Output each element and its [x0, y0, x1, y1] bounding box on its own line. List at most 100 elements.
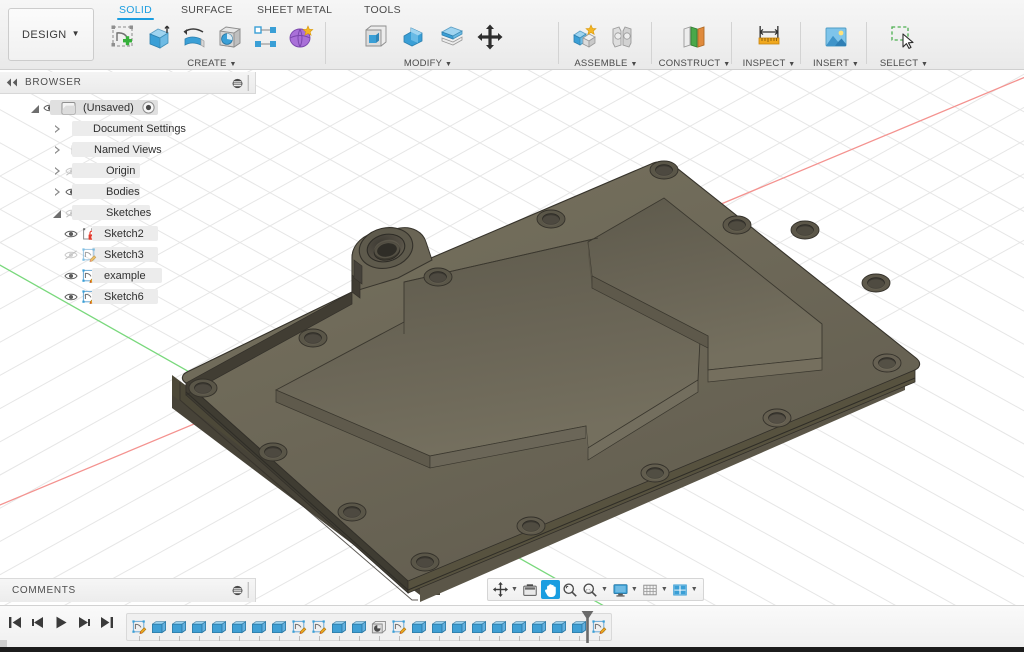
- tree-row-named-views[interactable]: Named Views: [0, 139, 250, 160]
- joint-icon[interactable]: [605, 19, 641, 55]
- shell-icon[interactable]: [434, 19, 470, 55]
- timeline-feature-sketch[interactable]: [309, 615, 329, 641]
- expand-arrow-icon[interactable]: [52, 144, 63, 155]
- timeline-feature-extrude[interactable]: [189, 615, 209, 641]
- fillet-icon[interactable]: [396, 19, 432, 55]
- go-to-beginning-button[interactable]: [8, 615, 22, 630]
- tree-row-sketch2[interactable]: Sketch2: [0, 223, 250, 244]
- visibility-eye-icon[interactable]: [64, 228, 78, 240]
- timeline-feature-extrude[interactable]: [209, 615, 229, 641]
- timeline-feature-extrude[interactable]: [329, 615, 349, 641]
- timeline-feature-revolve[interactable]: [369, 615, 389, 641]
- timeline-feature-extrude[interactable]: [469, 615, 489, 641]
- timeline-feature-sketch[interactable]: [389, 615, 409, 641]
- chevron-down-icon[interactable]: ▼: [630, 61, 637, 68]
- tree-row-origin[interactable]: Origin: [0, 160, 250, 181]
- timeline-feature-sketch[interactable]: [129, 615, 149, 641]
- timeline-feature-extrude[interactable]: [229, 615, 249, 641]
- go-to-end-button[interactable]: [100, 615, 114, 630]
- comments-panel-header[interactable]: COMMENTS: [0, 578, 256, 602]
- play-button[interactable]: [54, 615, 68, 630]
- hole-icon[interactable]: [213, 19, 247, 55]
- pan-icon[interactable]: [540, 580, 560, 599]
- timeline-marker[interactable]: [581, 610, 594, 644]
- measure-icon[interactable]: [751, 19, 787, 55]
- timeline-feature-sketch[interactable]: [289, 615, 309, 641]
- tree-row-bodies[interactable]: Bodies: [0, 181, 250, 202]
- fit-icon[interactable]: [581, 580, 600, 599]
- press-pull-icon[interactable]: [358, 19, 394, 55]
- chevron-down-icon[interactable]: ▼: [723, 61, 730, 68]
- offset-plane-icon[interactable]: [676, 19, 712, 55]
- grid-snaps-icon[interactable]: [641, 580, 660, 599]
- expand-arrow-icon[interactable]: [52, 123, 63, 134]
- revolve-icon[interactable]: [177, 19, 211, 55]
- timeline-feature-extrude[interactable]: [429, 615, 449, 641]
- timeline-feature-extrude[interactable]: [509, 615, 529, 641]
- new-component-icon[interactable]: [567, 19, 603, 55]
- visibility-eye-hidden-icon[interactable]: [64, 249, 78, 261]
- timeline-feature-extrude[interactable]: [169, 615, 189, 641]
- step-forward-button[interactable]: [77, 615, 91, 630]
- tree-row-sketches[interactable]: Sketches: [0, 202, 250, 223]
- window-selection-icon[interactable]: [885, 19, 921, 55]
- tree-row-sketch6[interactable]: Sketch6: [0, 286, 250, 307]
- chevron-down-icon[interactable]: ▼: [661, 586, 668, 593]
- timeline-feature-extrude[interactable]: [529, 615, 549, 641]
- chevron-down-icon[interactable]: ▼: [601, 586, 608, 593]
- step-back-button[interactable]: [31, 615, 45, 630]
- tree-row-example[interactable]: example: [0, 265, 250, 286]
- chevron-down-icon[interactable]: ▼: [852, 61, 859, 68]
- panel-modify-label: MODIFY ▼: [298, 58, 558, 69]
- timeline-bar: [0, 605, 1024, 647]
- timeline-feature-extrude[interactable]: [149, 615, 169, 641]
- display-settings-icon[interactable]: [611, 580, 630, 599]
- panel-menu-icon[interactable]: [232, 78, 243, 89]
- look-at-icon[interactable]: [521, 580, 540, 599]
- tree-row-unsaved[interactable]: (Unsaved): [0, 97, 250, 118]
- timeline-feature-extrude[interactable]: [549, 615, 569, 641]
- chevron-down-icon[interactable]: ▼: [788, 61, 795, 68]
- timeline-feature-extrude[interactable]: [489, 615, 509, 641]
- timeline-track[interactable]: [126, 613, 612, 641]
- tree-label-sketch3: Sketch3: [104, 248, 144, 261]
- expand-arrow-icon[interactable]: [52, 186, 63, 197]
- timeline-feature-extrude[interactable]: [249, 615, 269, 641]
- expand-arrow-icon[interactable]: [52, 165, 63, 176]
- view-navigation-bar: ▼ ▼ ▼ ▼ ▼: [487, 578, 704, 601]
- move-copy-icon[interactable]: [472, 19, 508, 55]
- zoom-icon[interactable]: [561, 580, 580, 599]
- insert-image-icon[interactable]: [818, 19, 854, 55]
- visibility-eye-icon[interactable]: [64, 270, 78, 282]
- ribbon-toolbar: SOLID SURFACE SHEET METAL TOOLS DESIGN ▼: [0, 0, 1024, 70]
- expand-arrow-icon[interactable]: [30, 102, 41, 113]
- chevron-down-icon[interactable]: ▼: [921, 61, 928, 68]
- timeline-feature-extrude[interactable]: [269, 615, 289, 641]
- tree-row-sketch3[interactable]: Sketch3: [0, 244, 250, 265]
- timeline-feature-extrude[interactable]: [409, 615, 429, 641]
- panel-resize-handle[interactable]: [246, 74, 251, 92]
- panel-menu-icon[interactable]: [232, 585, 243, 596]
- timeline-feature-extrude[interactable]: [349, 615, 369, 641]
- chevron-down-icon: ▼: [71, 29, 80, 38]
- expand-arrow-icon[interactable]: [52, 207, 63, 218]
- visibility-eye-icon[interactable]: [64, 291, 78, 303]
- chevron-down-icon[interactable]: ▼: [230, 61, 237, 68]
- extrude-icon[interactable]: [142, 19, 176, 55]
- create-form-icon[interactable]: [284, 19, 318, 55]
- create-sketch-icon[interactable]: [106, 19, 140, 55]
- collapse-left-icon[interactable]: [6, 78, 18, 87]
- panel-resize-handle[interactable]: [246, 581, 251, 599]
- active-component-radio[interactable]: [142, 101, 155, 114]
- timeline-tick: [599, 636, 600, 641]
- viewports-icon[interactable]: [671, 580, 690, 599]
- chevron-down-icon[interactable]: ▼: [445, 61, 452, 68]
- chevron-down-icon[interactable]: ▼: [631, 586, 638, 593]
- chevron-down-icon[interactable]: ▼: [511, 586, 518, 593]
- timeline-feature-extrude[interactable]: [449, 615, 469, 641]
- orbit-icon[interactable]: [491, 580, 510, 599]
- chevron-down-icon[interactable]: ▼: [691, 586, 698, 593]
- tree-row-document-settings[interactable]: Document Settings: [0, 118, 250, 139]
- pattern-icon[interactable]: [249, 19, 283, 55]
- workspace-switcher-button[interactable]: DESIGN ▼: [8, 8, 94, 61]
